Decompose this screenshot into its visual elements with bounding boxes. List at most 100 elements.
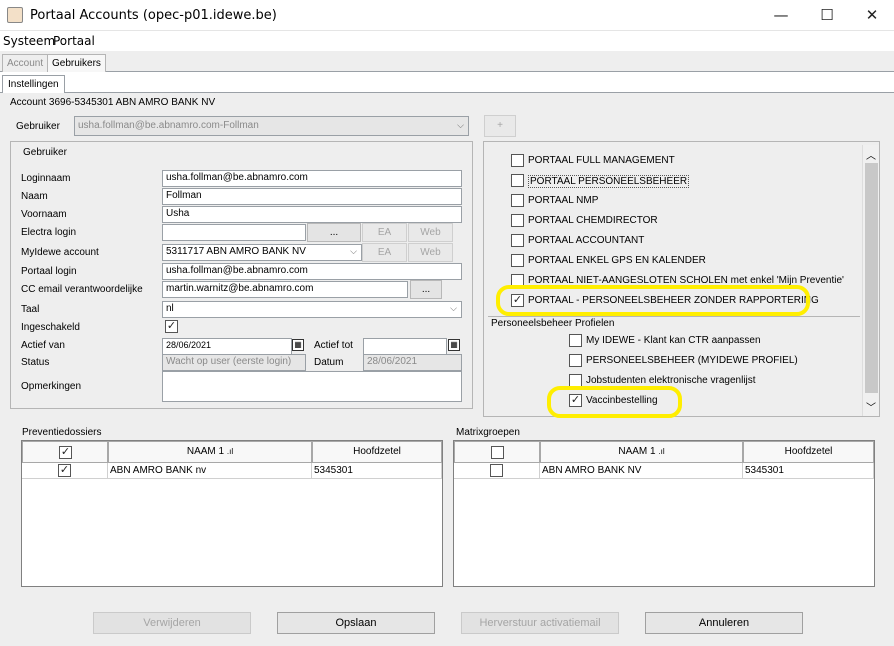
select-all-checkbox[interactable]	[491, 446, 504, 459]
cc-email-field[interactable]: martin.warnitz@be.abnamro.com	[162, 281, 408, 298]
sub-tabs: Instellingen	[0, 72, 894, 93]
sort-icon: .ıl	[658, 447, 665, 456]
actief-van-field[interactable]: 28/06/2021	[162, 338, 292, 355]
myidewe-web-button: Web	[408, 243, 453, 262]
row-checkbox[interactable]	[490, 464, 503, 477]
actief-tot-field[interactable]	[363, 338, 447, 355]
window-title: Portaal Accounts (opec-p01.idewe.be)	[30, 8, 277, 23]
preventiedossiers-title: Preventiedossiers	[22, 427, 102, 438]
chevron-down-icon[interactable]: ﹀	[866, 399, 876, 414]
sub-profiel-label: PERSONEELSBEHEER (MYIDEWE PROFIEL)	[586, 355, 798, 366]
main-tabs: Account Gebruikers	[0, 52, 894, 72]
column-hoofdzetel[interactable]: Hoofdzetel	[312, 441, 442, 463]
taal-select[interactable]: nl ⌵	[162, 301, 462, 318]
annuleren-button[interactable]: Annuleren	[645, 612, 803, 634]
profiel-checkbox[interactable]	[511, 194, 524, 207]
portaal-login-field[interactable]: usha.follman@be.abnamro.com	[162, 263, 462, 280]
actief-van-label: Actief van	[21, 340, 65, 351]
portaal-login-label: Portaal login	[21, 266, 77, 277]
divider	[488, 316, 860, 317]
myidewe-account-value: 5311717 ABN AMRO BANK NV	[166, 246, 306, 257]
gebruiker-select: usha.follman@be.abnamro.com-Follman ⌵	[74, 116, 469, 136]
close-button[interactable]: ✕	[849, 0, 894, 31]
datum-label: Datum	[314, 357, 344, 368]
loginnaam-field[interactable]: usha.follman@be.abnamro.com	[162, 170, 462, 187]
profiel-label: PORTAAL NMP	[528, 195, 599, 206]
electra-login-field[interactable]	[162, 224, 306, 241]
myidewe-account-label: MyIdewe account	[21, 247, 99, 258]
profiel-checkbox[interactable]	[511, 234, 524, 247]
chevron-down-icon: ⌵	[350, 246, 357, 256]
highlight-annotation	[547, 386, 682, 418]
opmerkingen-field[interactable]	[162, 371, 462, 402]
electra-login-label: Electra login	[21, 227, 77, 238]
tab-account[interactable]: Account	[2, 54, 49, 72]
scrollbar-thumb[interactable]	[865, 163, 878, 393]
column-naam1[interactable]: NAAM 1 .ıl	[540, 441, 743, 463]
calendar-icon[interactable]: ▦	[448, 339, 460, 351]
sort-icon: .ıl	[226, 447, 234, 456]
opmerkingen-label: Opmerkingen	[21, 381, 82, 392]
cc-email-browse-button[interactable]: ...	[410, 280, 442, 299]
table-cell-hoofdzetel[interactable]: 5345301	[312, 463, 442, 479]
table-cell-naam[interactable]: ABN AMRO BANK nv	[108, 463, 312, 479]
gebruiker-section-title: Gebruiker	[23, 147, 67, 158]
column-naam1-label: NAAM 1	[186, 446, 225, 457]
minimize-button[interactable]: —	[758, 0, 804, 31]
cc-email-label: CC email verantwoordelijke	[21, 284, 143, 295]
title-bar: Portaal Accounts (opec-p01.idewe.be) — ☐…	[0, 0, 894, 31]
profiel-checkbox[interactable]	[511, 174, 524, 187]
profiel-checkbox[interactable]	[511, 254, 524, 267]
myidewe-ea-button: EA	[362, 243, 407, 262]
sub-profiel-label: My IDEWE - Klant kan CTR aanpassen	[586, 335, 761, 346]
naam-field[interactable]: Follman	[162, 188, 462, 205]
ingeschakeld-label: Ingeschakeld	[21, 322, 80, 333]
maximize-button[interactable]: ☐	[804, 0, 850, 31]
gebruiker-select-value: usha.follman@be.abnamro.com-Follman	[78, 120, 259, 131]
column-hoofdzetel[interactable]: Hoofdzetel	[743, 441, 874, 463]
loginnaam-label: Loginnaam	[21, 173, 71, 184]
select-all-header[interactable]	[454, 441, 540, 463]
column-naam1[interactable]: NAAM 1 .ıl	[108, 441, 312, 463]
taal-value: nl	[166, 303, 174, 314]
electra-browse-button[interactable]: ...	[307, 223, 361, 242]
menu-systeem[interactable]: Systeem	[3, 34, 55, 48]
tab-gebruikers[interactable]: Gebruikers	[47, 54, 106, 72]
preventiedossiers-table: ✓ NAAM 1 .ıl Hoofdzetel ✓ ABN AMRO BANK …	[21, 440, 443, 587]
profiel-label: PORTAAL ENKEL GPS EN KALENDER	[528, 255, 706, 266]
opslaan-button[interactable]: Opslaan	[277, 612, 435, 634]
actief-tot-label: Actief tot	[314, 340, 353, 351]
electra-web-button: Web	[408, 223, 453, 242]
add-gebruiker-button: +	[484, 115, 516, 137]
table-cell-naam[interactable]: ABN AMRO BANK NV	[540, 463, 743, 479]
calendar-icon[interactable]: ▦	[292, 339, 304, 351]
row-checkbox[interactable]: ✓	[58, 464, 71, 477]
table-row-checkbox-cell[interactable]	[454, 463, 540, 479]
electra-ea-button: EA	[362, 223, 407, 242]
select-all-header[interactable]: ✓	[22, 441, 108, 463]
profiel-checkbox[interactable]	[511, 214, 524, 227]
chevron-down-icon: ⌵	[457, 120, 464, 130]
profielen-scrollbar[interactable]: ︿ ﹀	[862, 145, 879, 416]
chevron-up-icon[interactable]: ︿	[866, 147, 876, 162]
profiel-checkbox[interactable]	[511, 154, 524, 167]
menu-portaal[interactable]: Portaal	[53, 34, 95, 48]
table-cell-hoofdzetel[interactable]: 5345301	[743, 463, 874, 479]
sub-profiel-checkbox[interactable]	[569, 334, 582, 347]
herverstuur-activatiemail-button: Herverstuur activatiemail	[461, 612, 619, 634]
datum-field: 28/06/2021	[363, 354, 462, 371]
matrixgroepen-table: NAAM 1 .ıl Hoofdzetel ABN AMRO BANK NV 5…	[453, 440, 875, 587]
select-all-checkbox[interactable]: ✓	[59, 446, 72, 459]
profiel-label: PORTAAL PERSONEELSBEHEER	[528, 175, 690, 188]
matrixgroepen-title: Matrixgroepen	[456, 427, 520, 438]
sub-profiel-label: Jobstudenten elektronische vragenlijst	[586, 375, 756, 386]
sub-profiel-checkbox[interactable]	[569, 354, 582, 367]
gebruiker-select-label: Gebruiker	[16, 121, 60, 132]
myidewe-account-select[interactable]: 5311717 ABN AMRO BANK NV ⌵	[162, 244, 362, 261]
table-row-checkbox-cell[interactable]: ✓	[22, 463, 108, 479]
highlight-annotation	[496, 285, 810, 316]
voornaam-field[interactable]: Usha	[162, 206, 462, 223]
column-naam1-label: NAAM 1	[618, 446, 656, 457]
tab-instellingen[interactable]: Instellingen	[2, 75, 65, 93]
ingeschakeld-checkbox[interactable]: ✓	[165, 320, 178, 333]
